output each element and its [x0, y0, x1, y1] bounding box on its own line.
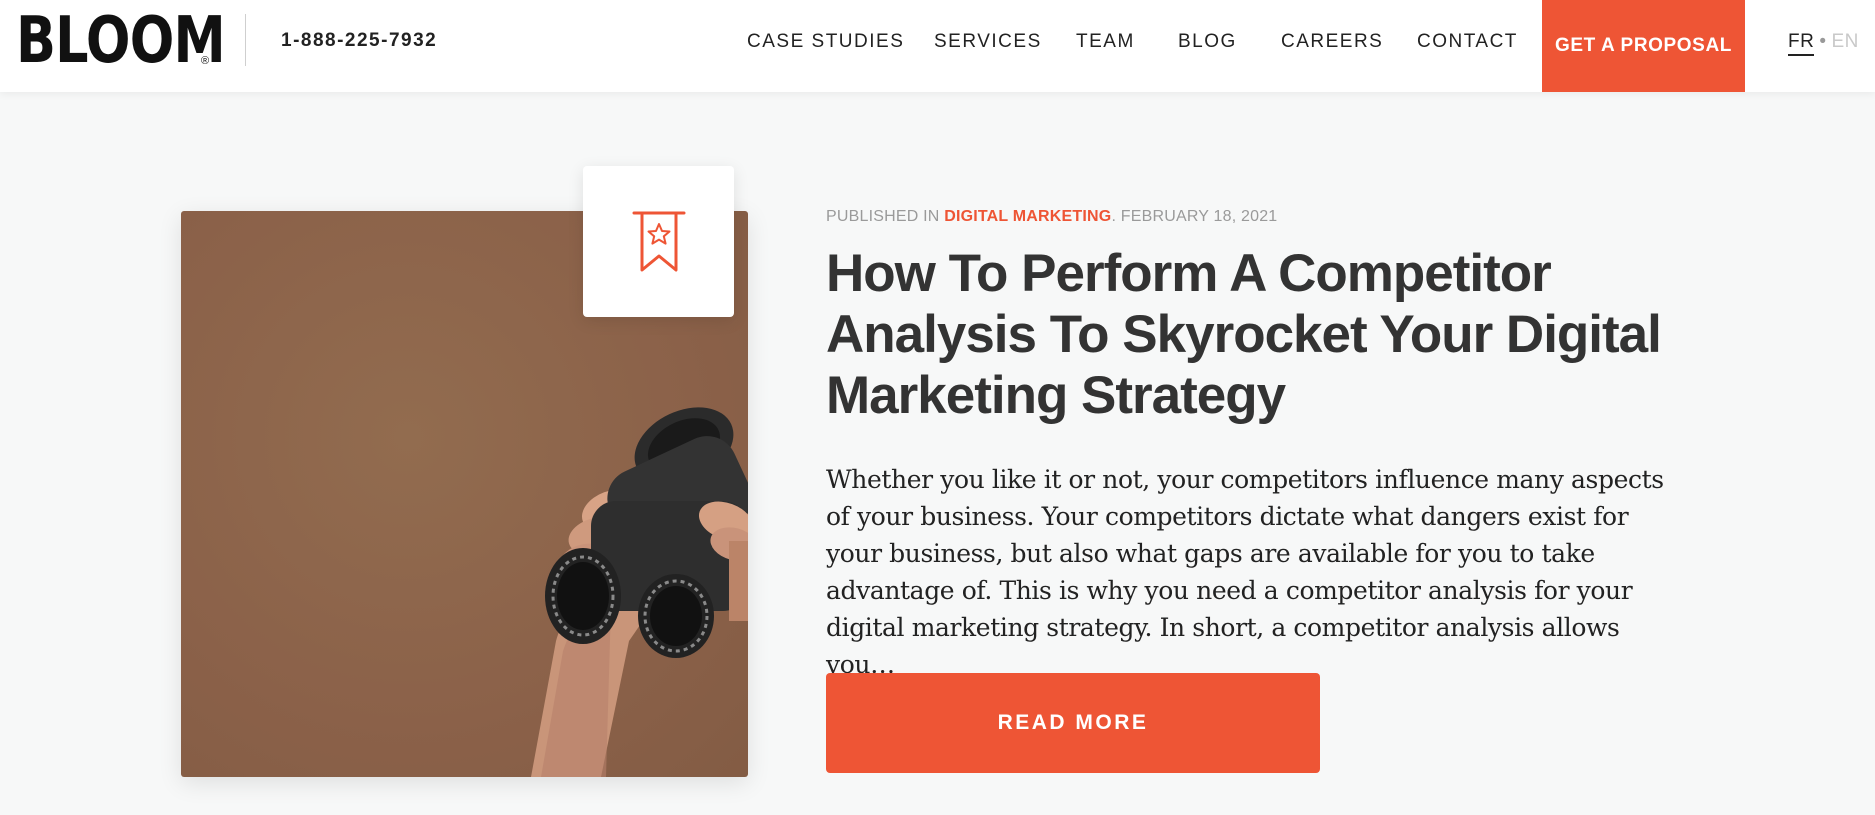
read-more-button[interactable]: READ MORE — [826, 673, 1320, 773]
lang-en-link[interactable]: EN — [1831, 31, 1858, 52]
nav-services[interactable]: SERVICES — [934, 31, 1042, 53]
lang-fr-link[interactable]: FR — [1788, 31, 1815, 56]
nav-case-studies[interactable]: CASE STUDIES — [747, 31, 904, 53]
featured-badge — [583, 166, 734, 317]
article-title[interactable]: How To Perform A Competitor Analysis To … — [826, 243, 1766, 426]
site-header: BLOOM ® 1-888-225-7932 CASE STUDIES SERV… — [0, 0, 1875, 92]
bloom-logo[interactable]: BLOOM — [16, 6, 226, 76]
header-divider — [245, 14, 246, 66]
lang-separator: • — [1819, 31, 1827, 52]
nav-blog[interactable]: BLOG — [1178, 31, 1237, 53]
published-prefix: PUBLISHED IN — [826, 208, 945, 225]
language-switcher: FR • EN — [1788, 31, 1859, 56]
nav-careers[interactable]: CAREERS — [1281, 31, 1383, 53]
publish-date: . FEBRUARY 18, 2021 — [1111, 208, 1278, 225]
article-meta: PUBLISHED IN DIGITAL MARKETING. FEBRUARY… — [826, 208, 1277, 226]
bookmark-star-icon — [632, 211, 685, 271]
category-link[interactable]: DIGITAL MARKETING — [944, 208, 1111, 225]
nav-contact[interactable]: CONTACT — [1417, 31, 1518, 53]
article-excerpt: Whether you like it or not, your competi… — [826, 465, 1664, 679]
nav-team[interactable]: TEAM — [1076, 31, 1135, 53]
phone-number[interactable]: 1-888-225-7932 — [281, 30, 437, 52]
registered-mark: ® — [201, 55, 210, 67]
get-proposal-button[interactable]: GET A PROPOSAL — [1542, 0, 1745, 92]
